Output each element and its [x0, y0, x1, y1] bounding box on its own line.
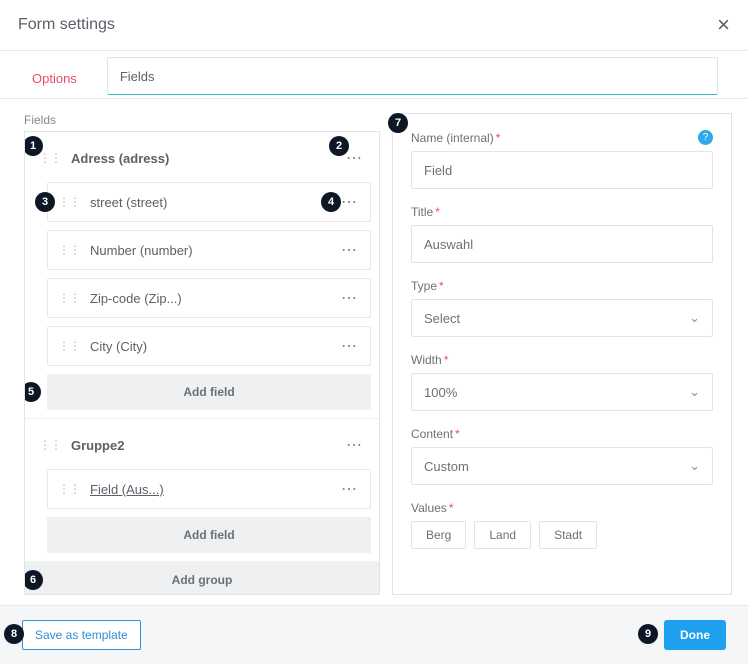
modal-footer: 8 Save as template 9 Done: [0, 605, 748, 664]
add-field-button[interactable]: Add field: [47, 374, 371, 410]
field-row[interactable]: ⋮⋮ Number (number) ⋯: [47, 230, 371, 270]
drag-handle-icon[interactable]: ⋮⋮: [39, 438, 61, 452]
select-value: 100%: [424, 385, 457, 400]
field-row[interactable]: ⋮⋮ street (street) ⋯: [47, 182, 371, 222]
more-icon[interactable]: ⋯: [339, 192, 360, 212]
group-header[interactable]: ⋮⋮ Adress (adress) ⋯: [33, 140, 371, 176]
group-header[interactable]: ⋮⋮ Gruppe2 ⋯: [33, 427, 371, 463]
drag-handle-icon[interactable]: ⋮⋮: [58, 482, 80, 496]
field-row[interactable]: ⋮⋮ City (City) ⋯: [47, 326, 371, 366]
group-title: Gruppe2: [71, 438, 344, 453]
field-label: Zip-code (Zip...): [90, 291, 339, 306]
add-group-button[interactable]: Add group: [25, 562, 379, 595]
name-input[interactable]: [411, 151, 713, 189]
form-label: Content*: [411, 427, 460, 441]
help-icon[interactable]: ?: [698, 130, 713, 145]
field-label: Number (number): [90, 243, 339, 258]
group-title: Adress (adress): [71, 151, 344, 166]
more-icon[interactable]: ⋯: [339, 336, 360, 356]
field-label: street (street): [90, 195, 339, 210]
select-value: Select: [424, 311, 460, 326]
chevron-down-icon: ⌄: [689, 384, 700, 400]
more-icon[interactable]: ⋯: [339, 288, 360, 308]
content-select[interactable]: Custom ⌄: [411, 447, 713, 485]
modal-header: Form settings ×: [0, 0, 748, 51]
value-chip[interactable]: Stadt: [539, 521, 597, 549]
add-field-button[interactable]: Add field: [47, 517, 371, 553]
drag-handle-icon[interactable]: ⋮⋮: [58, 291, 80, 305]
drag-handle-icon[interactable]: ⋮⋮: [39, 151, 61, 165]
close-icon[interactable]: ×: [717, 12, 730, 38]
field-row[interactable]: ⋮⋮ Field (Aus...) ⋯: [47, 469, 371, 509]
field-row[interactable]: ⋮⋮ Zip-code (Zip...) ⋯: [47, 278, 371, 318]
value-chip[interactable]: Land: [474, 521, 531, 549]
field-properties-panel[interactable]: Name (internal)* ? Title* Type* Select ⌄: [392, 113, 732, 595]
width-select[interactable]: 100% ⌄: [411, 373, 713, 411]
tab-options[interactable]: Options: [30, 57, 79, 98]
save-template-button[interactable]: Save as template: [22, 620, 141, 650]
form-label: Type*: [411, 279, 444, 293]
form-label: Title*: [411, 205, 440, 219]
more-icon[interactable]: ⋯: [339, 240, 360, 260]
annotation-badge: 8: [4, 624, 24, 644]
select-value: Custom: [424, 459, 469, 474]
field-label: City (City): [90, 339, 339, 354]
drag-handle-icon[interactable]: ⋮⋮: [58, 195, 80, 209]
more-icon[interactable]: ⋯: [339, 479, 360, 499]
drag-handle-icon[interactable]: ⋮⋮: [58, 339, 80, 353]
field-label[interactable]: Field (Aus...): [90, 482, 339, 497]
annotation-badge: 9: [638, 624, 658, 644]
type-select[interactable]: Select ⌄: [411, 299, 713, 337]
values-chips: Berg Land Stadt: [411, 521, 713, 549]
value-chip[interactable]: Berg: [411, 521, 466, 549]
tab-bar: Options Fields: [0, 57, 748, 99]
tab-fields[interactable]: Fields: [107, 57, 718, 95]
chevron-down-icon: ⌄: [689, 310, 700, 326]
modal-title: Form settings: [18, 16, 115, 34]
form-label: Values*: [411, 501, 453, 515]
title-input[interactable]: [411, 225, 713, 263]
chevron-down-icon: ⌄: [689, 458, 700, 474]
more-icon[interactable]: ⋯: [344, 148, 365, 168]
more-icon[interactable]: ⋯: [344, 435, 365, 455]
annotation-badge: 5: [24, 382, 41, 402]
form-label: Name (internal)*: [411, 131, 500, 145]
form-label: Width*: [411, 353, 448, 367]
fields-section-label: Fields: [24, 113, 380, 127]
done-button[interactable]: Done: [664, 620, 726, 650]
drag-handle-icon[interactable]: ⋮⋮: [58, 243, 80, 257]
fields-tree-panel[interactable]: 1 2 ⋮⋮ Adress (adress) ⋯ 3 4 ⋮⋮ s: [24, 131, 380, 595]
